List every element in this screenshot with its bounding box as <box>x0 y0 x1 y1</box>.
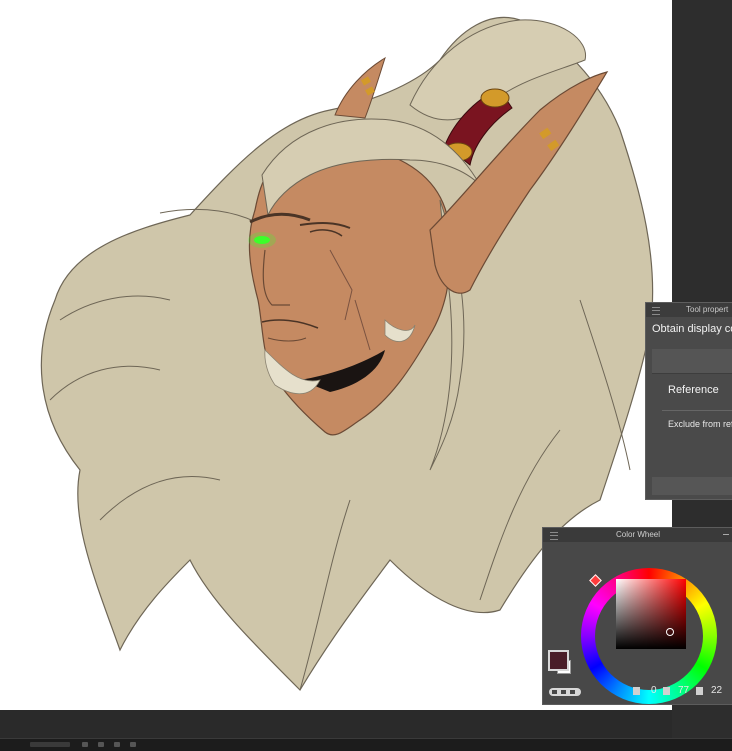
brightness-icon <box>696 687 703 695</box>
hue-marker[interactable] <box>589 574 602 587</box>
saturation-value-cursor[interactable] <box>666 628 674 636</box>
bottom-toolbar <box>0 738 732 751</box>
minimize-icon[interactable] <box>723 534 729 535</box>
hue-icon <box>633 687 640 695</box>
color-wheel-panel: Color Wheel 0 77 22 <box>542 527 732 705</box>
tool-property-panel: Tool propert Obtain display co Reference… <box>645 302 732 500</box>
panel-footer <box>652 477 732 495</box>
color-wheel-title: Color Wheel <box>615 530 660 539</box>
main-color-swatch[interactable] <box>548 650 569 671</box>
saturation-value[interactable]: 77 <box>678 685 689 696</box>
tool-property-title: Tool propert <box>686 305 729 314</box>
color-mode-toggle[interactable] <box>549 688 581 696</box>
hue-value[interactable]: 0 <box>651 685 657 696</box>
tool-property-titlebar[interactable]: Tool propert <box>646 303 732 317</box>
panel-menu-icon[interactable] <box>550 532 558 540</box>
brightness-value[interactable]: 22 <box>711 685 722 696</box>
saturation-icon <box>663 687 670 695</box>
color-wheel-titlebar[interactable]: Color Wheel <box>543 528 732 542</box>
obtain-display-setting[interactable]: Obtain display co <box>646 317 732 349</box>
saturation-value-square[interactable] <box>616 579 686 649</box>
setting-field[interactable] <box>652 349 732 374</box>
exclude-from-reference-option[interactable]: Exclude from refer <box>646 411 732 429</box>
panel-menu-icon[interactable] <box>652 307 660 315</box>
reference-label[interactable]: Reference <box>646 374 732 404</box>
